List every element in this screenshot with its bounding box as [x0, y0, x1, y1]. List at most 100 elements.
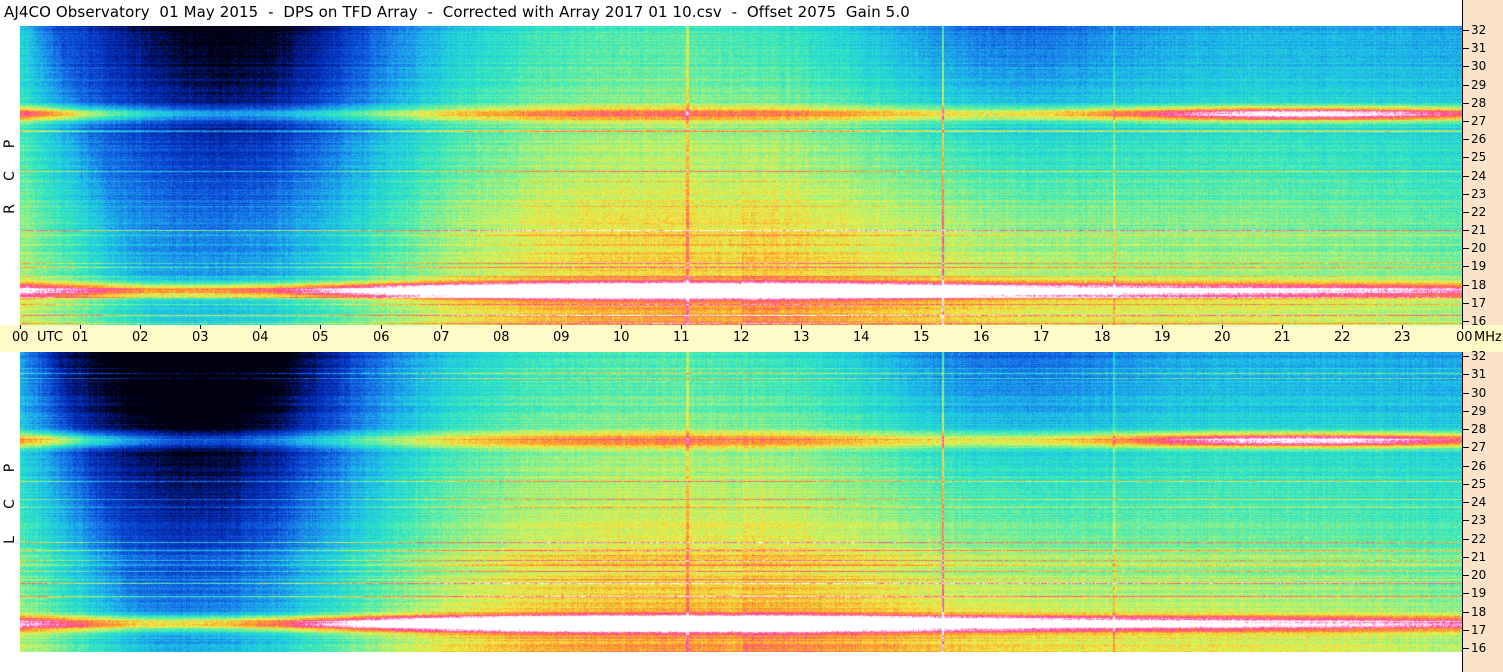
utc-label: 16: [973, 330, 990, 345]
utc-label: 15: [913, 330, 930, 345]
utc-unit-label: UTC: [37, 330, 63, 345]
lcp-freq-label: 28: [1471, 422, 1487, 436]
lcp-freq-label: 29: [1471, 404, 1487, 418]
lcp-freq-label: 17: [1471, 623, 1487, 637]
lcp-frequency-axis: 32 31 30 29 28 27 26 25 24 23 22 21 20 19 18 17 16: [1462, 349, 1503, 654]
lcp-freq-label: 32: [1471, 349, 1487, 363]
lcp-freq-tick: [1463, 612, 1469, 613]
lcp-freq-tick: [1463, 411, 1469, 412]
utc-label: 06: [373, 330, 390, 345]
rcp-freq-label: 29: [1471, 78, 1487, 92]
utc-label: 11: [673, 330, 690, 345]
rcp-freq-label: 27: [1471, 114, 1487, 128]
utc-label: 10: [613, 330, 630, 345]
utc-tick: [681, 325, 682, 329]
rcp-freq-label: 24: [1471, 169, 1487, 183]
rcp-freq-label: 25: [1471, 150, 1487, 164]
utc-tick: [1402, 325, 1403, 329]
rcp-freq-tick: [1463, 321, 1469, 322]
utc-tick: [1222, 325, 1223, 329]
utc-tick: [200, 325, 201, 329]
utc-tick: [1342, 325, 1343, 329]
utc-label: 01: [72, 330, 89, 345]
utc-tick: [981, 325, 982, 329]
utc-label: 19: [1154, 330, 1171, 345]
utc-label: 18: [1094, 330, 1111, 345]
lcp-freq-label: 31: [1471, 367, 1487, 381]
lcp-freq-tick: [1463, 648, 1469, 649]
lcp-spectrogram: [20, 352, 1462, 652]
lcp-freq-tick: [1463, 393, 1469, 394]
lcp-freq-label: 30: [1471, 386, 1487, 400]
rcp-freq-label: 28: [1471, 96, 1487, 110]
lcp-freq-label: 24: [1471, 495, 1487, 509]
utc-tick: [1162, 325, 1163, 329]
rcp-freq-tick: [1463, 103, 1469, 104]
utc-label: 04: [252, 330, 269, 345]
utc-tick: [861, 325, 862, 329]
rcp-freq-tick: [1463, 248, 1469, 249]
utc-tick: [741, 325, 742, 329]
rcp-freq-label: 20: [1471, 241, 1487, 255]
rcp-freq-label: 31: [1471, 41, 1487, 55]
rcp-freq-label: 18: [1471, 278, 1487, 292]
lcp-letter-l: L: [2, 536, 18, 544]
rcp-freq-label: 30: [1471, 59, 1487, 73]
utc-label: 23: [1394, 330, 1411, 345]
utc-tick: [501, 325, 502, 329]
lcp-freq-tick: [1463, 520, 1469, 521]
rcp-freq-label: 26: [1471, 132, 1487, 146]
lcp-freq-tick: [1463, 539, 1469, 540]
rcp-label-strip: P C R: [0, 26, 20, 325]
utc-tick: [1102, 325, 1103, 329]
rcp-freq-tick: [1463, 266, 1469, 267]
rcp-freq-tick: [1463, 194, 1469, 195]
rcp-freq-tick: [1463, 230, 1469, 231]
utc-tick: [1462, 325, 1463, 329]
lcp-label-strip: P C L: [0, 352, 20, 672]
rcp-freq-tick: [1463, 85, 1469, 86]
utc-label: 00: [12, 330, 29, 345]
rcp-freq-tick: [1463, 157, 1469, 158]
utc-label: 12: [733, 330, 750, 345]
lcp-freq-tick: [1463, 630, 1469, 631]
rcp-letter-c: C: [2, 171, 18, 181]
utc-label: 17: [1033, 330, 1050, 345]
utc-tick: [320, 325, 321, 329]
bottom-margin: [0, 652, 1462, 672]
rcp-heatmap-canvas: [20, 26, 1462, 325]
lcp-freq-tick: [1463, 466, 1469, 467]
rcp-freq-tick: [1463, 121, 1469, 122]
utc-label: 21: [1274, 330, 1291, 345]
utc-label: 00: [1456, 330, 1473, 345]
utc-tick: [80, 325, 81, 329]
lcp-freq-tick: [1463, 502, 1469, 503]
lcp-freq-label: 27: [1471, 440, 1487, 454]
lcp-freq-tick: [1463, 374, 1469, 375]
rcp-frequency-axis: 32 31 30 29 28 27 26 25 24 23 22 21 20 19 18 17 16: [1462, 23, 1503, 327]
utc-tick: [921, 325, 922, 329]
lcp-freq-tick: [1463, 484, 1469, 485]
utc-tick: [1282, 325, 1283, 329]
rcp-letter-r: R: [2, 204, 18, 214]
rcp-freq-tick: [1463, 139, 1469, 140]
utc-label: 13: [793, 330, 810, 345]
rcp-freq-label: 23: [1471, 187, 1487, 201]
rcp-freq-tick: [1463, 212, 1469, 213]
lcp-freq-label: 21: [1471, 550, 1487, 564]
utc-label: 05: [312, 330, 329, 345]
lcp-freq-tick: [1463, 447, 1469, 448]
rcp-freq-tick: [1463, 303, 1469, 304]
utc-label: 22: [1334, 330, 1351, 345]
rcp-freq-label: 32: [1471, 23, 1487, 37]
lcp-freq-tick: [1463, 593, 1469, 594]
lcp-letter-c: C: [2, 499, 18, 509]
lcp-freq-tick: [1463, 429, 1469, 430]
utc-tick: [140, 325, 141, 329]
lcp-freq-tick: [1463, 356, 1469, 357]
utc-tick: [441, 325, 442, 329]
utc-label: 03: [192, 330, 209, 345]
rcp-freq-label: 21: [1471, 223, 1487, 237]
mhz-unit-label: MHz: [1474, 330, 1502, 345]
lcp-freq-label: 20: [1471, 568, 1487, 582]
